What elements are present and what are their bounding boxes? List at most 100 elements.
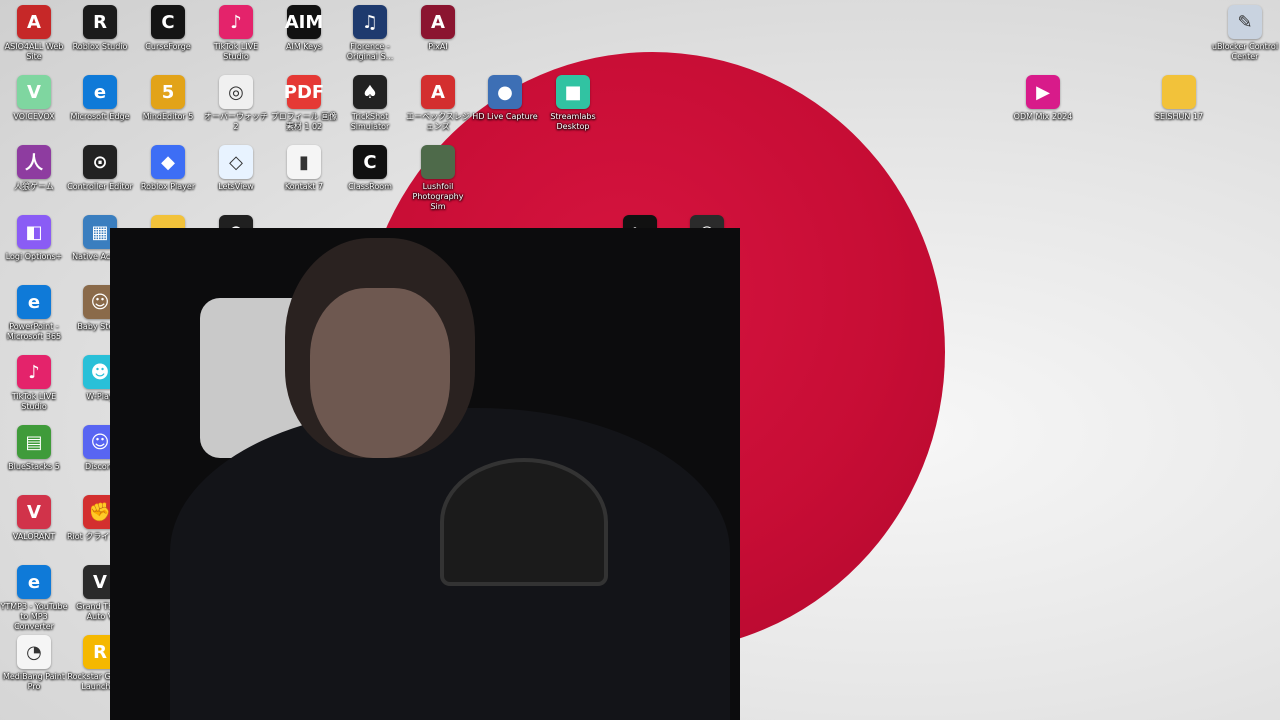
desktop-icon[interactable]: ◆ Roblox Player [134,145,202,192]
desktop-icon[interactable]: A エーペックスレジェンズ [404,75,472,132]
apex-icon: A [421,75,455,109]
desktop-icon[interactable]: A PixAI [404,5,472,52]
desktop-icon-label: Florence - Original S... [346,42,394,61]
desktop-icon[interactable]: ▮ Kontakt 7 [270,145,338,192]
desktop-icon[interactable]: AIM AIM Keys [270,5,338,52]
roblox-player-icon: ◆ [151,145,185,179]
desktop-icon[interactable]: ◧ Logi Options+ [0,215,68,262]
bluestacks-icon: ▤ [17,425,51,459]
desktop-icon-label: Microsoft Edge [70,112,130,121]
desktop-icon-label: エーペックスレジェンズ [406,112,470,131]
desktop-icon[interactable]: ♪ TikTok LIVE Studio [202,5,270,62]
desktop-icon[interactable]: 人人狼ゲーム [0,145,68,192]
microphone [440,458,608,586]
person-face [310,288,450,458]
desktop-icon-label: MediBang Paint Pro [2,672,65,691]
odm-icon: ▶ [1026,75,1060,109]
desktop-icon-label: Roblox Player [140,182,196,191]
trickshot-icon: ♠ [353,75,387,109]
desktop-icon-label: Kontakt 7 [284,182,324,191]
pdf-icon: PDF [284,75,324,109]
letsview-icon: ◇ [219,145,253,179]
desktop-icon-label: VOICEVOX [13,112,55,121]
desktop-icon-label: LetsView [218,182,254,191]
desktop-icon-label: uBlocker Control Center [1211,42,1279,61]
voicevox-icon: V [17,75,51,109]
desktop-icon-label: プロフィール 画像 素材 1 02 [270,112,338,131]
capcut-c-icon: C [353,145,387,179]
desktop-icon-label: ClassRoom [348,182,392,191]
desktop-icon-label: HD Live Capture [472,112,538,121]
webcam-overlay [110,228,740,720]
desktop-icon-label: Logi Options+ [5,252,63,261]
desktop-icon[interactable]: ● HD Live Capture [471,75,539,122]
desktop-icon[interactable]: ▶ ODM Mix 2024 [1009,75,1077,122]
desktop-icon[interactable]: e YTMP3 - YouTube to MP3 Converter [0,565,68,632]
desktop-icon-label: TrickShot Simulator [350,112,390,131]
desktop-icon-label: ODM Mix 2024 [1013,112,1073,121]
overwatch-icon: ◎ [219,75,253,109]
desktop-icon-label: Streamlabs Desktop [550,112,596,131]
desktop-icon[interactable]: e PowerPoint - Microsoft 365 [0,285,68,342]
mindeditor-icon: 5 [151,75,185,109]
desktop-icon-label: YTMP3 - YouTube to MP3 Converter [0,602,68,631]
asio-icon: A [17,5,51,39]
desktop-icon-label: 人狼ゲーム [14,182,54,191]
aim-keys-icon: AIM [285,5,323,39]
controller-editor-icon: ⊙ [83,145,117,179]
desktop-icon[interactable]: ♪ TikTok LIVE Studio [0,355,68,412]
curseforge-icon: C [151,5,185,39]
desktop-icon[interactable]: ♠ TrickShot Simulator [336,75,404,132]
edge-ytmp3-icon: e [17,565,51,599]
desktop-icon[interactable]: ■ Streamlabs Desktop [539,75,607,132]
edge-powerpoint-icon: e [17,285,51,319]
desktop-icon-label: SEISHUN 17 [1154,112,1204,121]
desktop-icon[interactable]: C ClassRoom [336,145,404,192]
desktop-icon[interactable]: R Roblox Studio [66,5,134,52]
desktop-icon[interactable]: V VOICEVOX [0,75,68,122]
desktop-icon-label: Lushfoil Photography Sim [412,182,464,211]
desktop-icon-label: VALORANT [12,532,56,541]
lushfoil-icon [421,145,455,179]
desktop-icon[interactable]: A ASIO4ALL Web Site [0,5,68,62]
desktop-icon[interactable]: V VALORANT [0,495,68,542]
desktop-icon[interactable]: C CurseForge [134,5,202,52]
desktop-icon-label: PixAI [428,42,448,51]
desktop-icon[interactable]: ◎ オーバーウォッチ 2 [202,75,270,132]
desktop-icon[interactable]: ◇ LetsView [202,145,270,192]
folder-icon [1162,75,1196,109]
desktop-icon-label: TikTok LIVE Studio [213,42,259,61]
desktop-icon[interactable]: ⊙ Controller Editor [66,145,134,192]
desktop-icon[interactable]: ▤ BlueStacks 5 [0,425,68,472]
logi-icon: ◧ [17,215,51,249]
desktop-icon[interactable]: PDF プロフィール 画像 素材 1 02 [270,75,338,132]
desktop-icon-label: ASIO4ALL Web Site [4,42,64,61]
desktop-icon[interactable]: ✎ uBlocker Control Center [1211,5,1279,62]
kontakt-icon: ▮ [287,145,321,179]
medibang-icon: ◔ [17,635,51,669]
desktop-icon-label: AIM Keys [286,42,322,51]
desktop-icon-label: MindEditor 5 [142,112,194,121]
pixai-icon: A [421,5,455,39]
edge-icon: e [83,75,117,109]
music-icon: ♫ [353,5,387,39]
desktop-icon[interactable]: ◔ MediBang Paint Pro [0,635,68,692]
desktop-icon[interactable]: Lushfoil Photography Sim [404,145,472,212]
tiktok-icon: ♪ [17,355,51,389]
valorant-icon: V [17,495,51,529]
desktop-icon[interactable]: ♫ Florence - Original S... [336,5,404,62]
roblox-studio-icon: R [83,5,117,39]
werewolf-icon: 人 [17,145,51,179]
desktop-icon[interactable]: e Microsoft Edge [66,75,134,122]
capture-icon: ● [488,75,522,109]
desktop-icon-label: PowerPoint - Microsoft 365 [6,322,62,341]
desktop-icon[interactable]: 5 MindEditor 5 [134,75,202,122]
desktop-icon-label: オーバーウォッチ 2 [204,112,268,131]
desktop-icon[interactable]: SEISHUN 17 [1145,75,1213,122]
desktop-icon-label: CurseForge [145,42,191,51]
desktop-icon-label: Controller Editor [67,182,133,191]
ublocker-icon: ✎ [1228,5,1262,39]
desktop-icon-label: BlueStacks 5 [8,462,60,471]
desktop-icon-label: Roblox Studio [72,42,128,51]
streamlabs-icon: ■ [556,75,590,109]
